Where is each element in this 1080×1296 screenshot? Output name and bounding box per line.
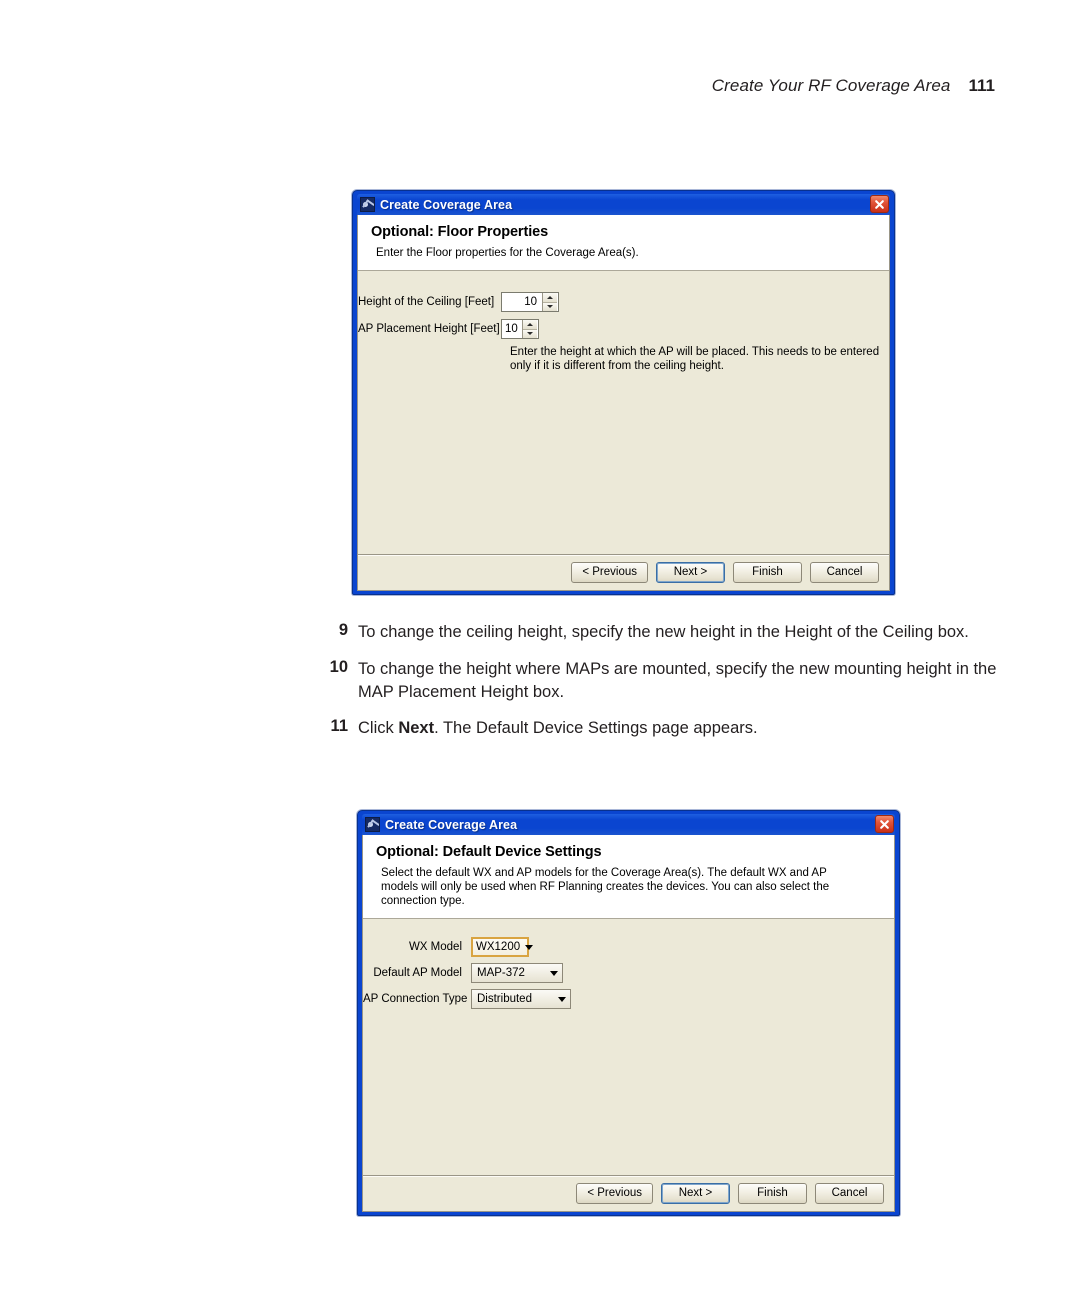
chevron-down-icon <box>558 996 566 1002</box>
dialog1-finish-button[interactable]: Finish <box>733 562 802 583</box>
dialog2-titlebar[interactable]: Create Coverage Area <box>362 814 895 835</box>
ceiling-height-decrement-icon[interactable] <box>543 302 557 312</box>
page-running-header: Create Your RF Coverage Area 111 <box>712 76 995 96</box>
dialog1-previous-button[interactable]: < Previous <box>571 562 648 583</box>
close-icon[interactable] <box>870 195 889 213</box>
default-ap-model-dropdown[interactable]: MAP-372 <box>471 963 563 984</box>
wx-model-value: WX1200 <box>476 941 521 954</box>
default-ap-model-label: Default AP Model <box>373 967 462 980</box>
dialog2-title: Create Coverage Area <box>385 817 518 832</box>
dialog-floor-properties: Create Coverage Area Optional: Floor Pro… <box>352 190 895 595</box>
wx-model-row: WX Model WX1200 <box>363 937 894 958</box>
chevron-down-icon <box>525 944 534 950</box>
ceiling-height-value[interactable]: 10 <box>502 293 542 312</box>
ap-connection-type-value: Distributed <box>477 993 532 1006</box>
ap-connection-type-row: AP Connection Type Distributed <box>363 989 894 1010</box>
ap-placement-height-spinner[interactable]: 10 <box>501 319 539 340</box>
ap-connection-type-label: AP Connection Type <box>363 993 468 1006</box>
page-number: 111 <box>968 76 996 95</box>
numbered-step-list: 9 To change the ceiling height, specify … <box>328 621 1018 754</box>
dialog2-cancel-button[interactable]: Cancel <box>815 1183 884 1204</box>
dialog2-subtext: Select the default WX and AP models for … <box>381 867 830 908</box>
step-10-text: To change the height where MAPs are moun… <box>358 659 997 701</box>
dialog1-heading: Optional: Floor Properties <box>371 224 549 240</box>
wx-model-label: WX Model <box>408 941 462 954</box>
ceiling-height-stepper[interactable] <box>542 293 557 312</box>
ap-placement-height-decrement-icon[interactable] <box>523 329 537 339</box>
coverage-area-icon <box>360 197 375 212</box>
dialog1-header-panel: Optional: Floor Properties Enter the Flo… <box>358 215 889 272</box>
dialog2-heading: Optional: Default Device Settings <box>376 844 602 860</box>
coverage-area-icon <box>365 817 380 832</box>
step-11-bold-next: Next <box>398 719 435 738</box>
step-9: 9 To change the ceiling height, specify … <box>328 621 1018 644</box>
ap-placement-height-label: AP Placement Height [Feet] <box>358 323 500 336</box>
step-9-number: 9 <box>338 621 348 639</box>
default-ap-model-value: MAP-372 <box>477 967 525 980</box>
ap-placement-height-increment-icon[interactable] <box>523 320 537 330</box>
dialog1-title: Create Coverage Area <box>380 197 513 212</box>
dialog1-next-button[interactable]: Next > <box>656 562 725 583</box>
ap-connection-type-dropdown[interactable]: Distributed <box>471 989 571 1010</box>
dialog2-header-panel: Optional: Default Device Settings Select… <box>363 835 894 920</box>
chapter-title: Create Your RF Coverage Area <box>711 76 951 95</box>
dialog2-finish-button[interactable]: Finish <box>738 1183 807 1204</box>
step-11: 11 Click Next. The Default Device Settin… <box>328 717 1018 740</box>
close-icon[interactable] <box>875 815 894 833</box>
ap-placement-height-row: AP Placement Height [Feet] 10 <box>358 319 889 340</box>
wx-model-dropdown[interactable]: WX1200 <box>471 937 534 958</box>
dialog2-content: WX Model WX1200 Default AP Model MAP-372… <box>363 919 894 1175</box>
dialog1-subtext: Enter the Floor properties for the Cover… <box>376 247 639 259</box>
step-11-text: Click Next. The Default Device Settings … <box>358 717 758 740</box>
dialog1-titlebar[interactable]: Create Coverage Area <box>357 194 890 215</box>
dialog2-body: Optional: Default Device Settings Select… <box>362 835 895 1212</box>
ceiling-height-spinner[interactable]: 10 <box>501 292 559 313</box>
dialog2-next-button[interactable]: Next > <box>661 1183 730 1204</box>
dialog1-body: Optional: Floor Properties Enter the Flo… <box>357 215 890 591</box>
ceiling-height-label: Height of the Ceiling [Feet] <box>358 296 495 309</box>
ap-placement-height-hint: Enter the height at which the AP will be… <box>510 346 880 373</box>
ap-placement-height-value[interactable]: 10 <box>502 320 522 339</box>
step-9-text: To change the ceiling height, specify th… <box>358 623 969 641</box>
dialog1-footer: < Previous Next > Finish Cancel <box>358 554 889 590</box>
step-11-text-before: Click <box>358 719 399 738</box>
step-11-number: 11 <box>330 717 348 736</box>
dialog2-footer: < Previous Next > Finish Cancel <box>363 1175 894 1211</box>
ceiling-height-row: Height of the Ceiling [Feet] 10 <box>358 292 889 313</box>
dialog-default-device-settings: Create Coverage Area Optional: Default D… <box>357 810 900 1216</box>
ap-placement-height-stepper[interactable] <box>522 320 537 339</box>
dialog2-previous-button[interactable]: < Previous <box>576 1183 653 1204</box>
dialog1-content: Height of the Ceiling [Feet] 10 AP Place… <box>358 271 889 554</box>
chevron-down-icon <box>550 970 558 976</box>
step-10-number: 10 <box>329 657 348 676</box>
step-11-text-after: . The Default Device Settings page appea… <box>434 719 758 738</box>
step-10: 10 To change the height where MAPs are m… <box>328 658 1018 704</box>
ceiling-height-increment-icon[interactable] <box>543 293 557 303</box>
dialog1-cancel-button[interactable]: Cancel <box>810 562 879 583</box>
default-ap-model-row: Default AP Model MAP-372 <box>363 963 894 984</box>
